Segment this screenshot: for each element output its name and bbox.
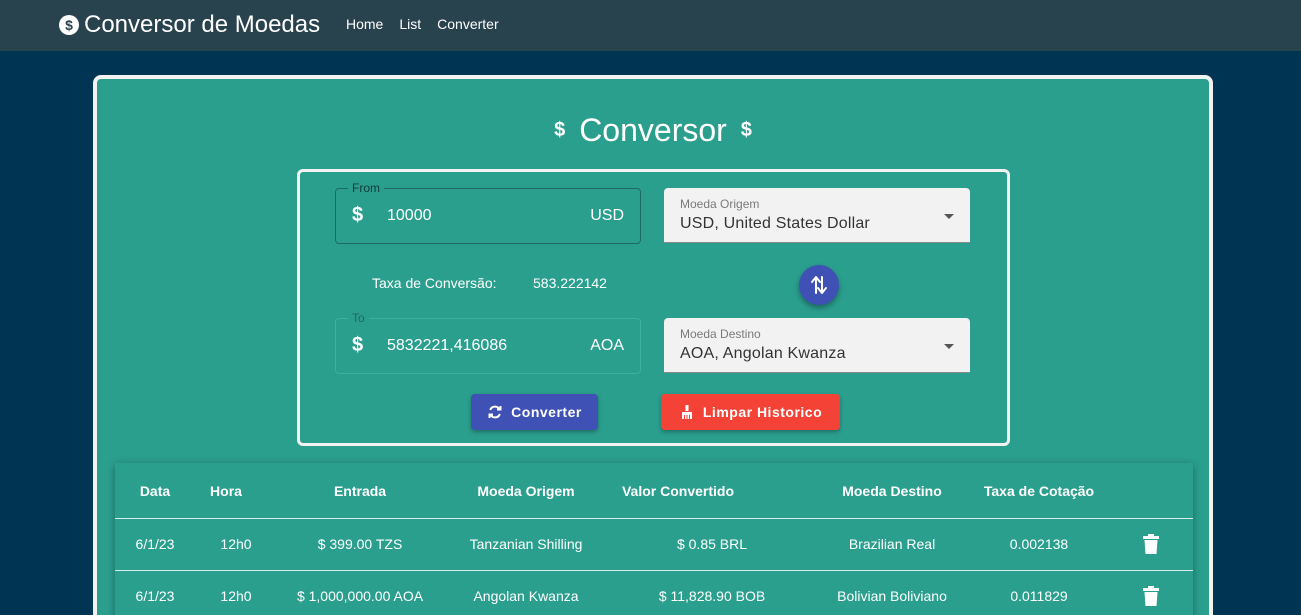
swap-currencies-button[interactable] xyxy=(799,265,839,305)
brand[interactable]: $ Conversor de Moedas xyxy=(59,11,320,39)
to-amount-input[interactable]: 5832221,416086 xyxy=(387,337,507,355)
cell-date: 6/1/23 xyxy=(135,588,175,604)
column-header-input[interactable]: Entrada xyxy=(334,483,386,499)
origin-currency-select[interactable]: Moeda Origem USD, United States Dollar xyxy=(664,188,970,243)
column-header-converted-value[interactable]: Valor Convertido xyxy=(622,483,734,499)
from-currency-suffix: USD xyxy=(590,207,624,224)
clear-history-button-label: Limpar Historico xyxy=(702,404,823,420)
cell-destination-currency: Bolivian Boliviano xyxy=(837,588,947,604)
broom-icon xyxy=(681,405,692,419)
column-header-time[interactable]: Hora xyxy=(210,483,242,499)
page-title-text: Conversor xyxy=(579,112,727,148)
convert-button-label: Converter xyxy=(511,404,582,420)
app-title: Conversor de Moedas xyxy=(84,11,321,38)
refresh-icon xyxy=(488,405,502,419)
conversion-rate-label: Taxa de Conversão: xyxy=(372,275,497,291)
nav-converter[interactable]: Converter xyxy=(437,16,498,32)
cell-converted-value: $ 11,828.90 BOB xyxy=(658,588,766,604)
cell-input: $ 399.00 TZS xyxy=(317,536,403,552)
to-amount-field[interactable]: To $ 5832221,416086 AOA xyxy=(335,311,641,374)
destination-select-value: AOA, Angolan Kwanza xyxy=(680,345,846,362)
table-row: 6/1/23 12h0 $ 399.00 TZS Tanzanian Shill… xyxy=(115,519,1193,571)
cell-input: $ 1,000,000.00 AOA xyxy=(296,588,424,604)
converter-form: From $ 10000 USD Moeda Origem USD, Unite… xyxy=(297,169,1010,446)
column-header-origin-currency[interactable]: Moeda Origem xyxy=(477,483,574,499)
dollar-icon: $ xyxy=(740,119,752,141)
dollar-circle-icon: $ xyxy=(59,15,79,35)
converter-card: $ Conversor $ From $ 10000 USD Moeda Ori… xyxy=(93,75,1213,615)
to-currency-suffix: AOA xyxy=(590,337,624,354)
nav-home[interactable]: Home xyxy=(346,16,383,32)
cell-origin-currency: Angolan Kwanza xyxy=(473,588,579,604)
cell-time: 12h0 xyxy=(220,588,252,604)
table-row: 6/1/23 12h0 $ 1,000,000.00 AOA Angolan K… xyxy=(115,571,1193,615)
trash-icon[interactable] xyxy=(1143,534,1159,554)
cell-destination-currency: Brazilian Real xyxy=(848,536,936,552)
from-legend: From xyxy=(348,181,384,195)
destination-currency-select[interactable]: Moeda Destino AOA, Angolan Kwanza xyxy=(664,318,970,373)
column-header-rate[interactable]: Taxa de Cotação xyxy=(984,483,1094,499)
dropdown-arrow-icon xyxy=(944,214,954,219)
trash-icon[interactable] xyxy=(1143,586,1159,606)
dollar-icon: $ xyxy=(554,119,566,141)
table-header: Data Hora Entrada Moeda Origem Valor Con… xyxy=(115,463,1193,519)
clear-history-button[interactable]: Limpar Historico xyxy=(661,394,840,430)
conversion-rate-value: 583.222142 xyxy=(533,275,607,291)
page-title: $ Conversor $ xyxy=(97,112,1209,149)
dollar-prefix-icon: $ xyxy=(352,204,364,226)
from-amount-field[interactable]: From $ 10000 USD xyxy=(335,181,641,244)
destination-select-label: Moeda Destino xyxy=(680,327,761,341)
cell-origin-currency: Tanzanian Shilling xyxy=(469,536,583,552)
nav-links: Home List Converter xyxy=(346,16,499,32)
navbar: $ Conversor de Moedas Home List Converte… xyxy=(0,0,1301,51)
convert-button[interactable]: Converter xyxy=(471,394,598,430)
origin-select-label: Moeda Origem xyxy=(680,197,760,211)
dropdown-arrow-icon xyxy=(944,344,954,349)
cell-rate: 0.011829 xyxy=(1010,588,1068,604)
cell-converted-value: $ 0.85 BRL xyxy=(676,536,748,552)
cell-date: 6/1/23 xyxy=(135,536,175,552)
history-table: Data Hora Entrada Moeda Origem Valor Con… xyxy=(115,463,1193,615)
column-header-date[interactable]: Data xyxy=(140,483,170,499)
cell-time: 12h0 xyxy=(220,536,252,552)
dollar-prefix-icon: $ xyxy=(352,334,364,356)
from-amount-input[interactable]: 10000 xyxy=(387,207,432,225)
origin-select-value: USD, United States Dollar xyxy=(680,215,870,232)
swap-vertical-icon xyxy=(811,276,827,294)
column-header-destination-currency[interactable]: Moeda Destino xyxy=(842,483,942,499)
nav-list[interactable]: List xyxy=(399,16,421,32)
cell-rate: 0.002138 xyxy=(1009,536,1069,552)
to-legend: To xyxy=(348,311,369,325)
